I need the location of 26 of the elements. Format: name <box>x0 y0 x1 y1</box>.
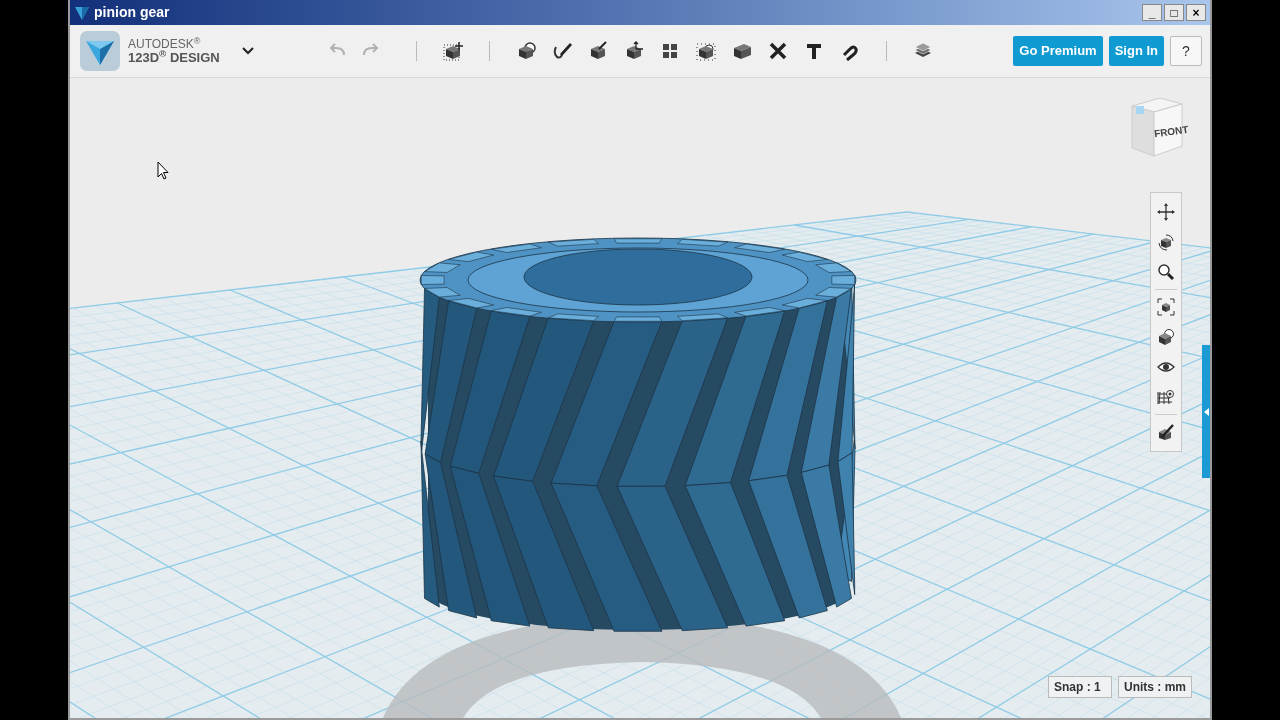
units-indicator[interactable]: Units : mm <box>1118 676 1192 698</box>
grid-eye-icon[interactable] <box>1157 388 1175 406</box>
pencil-curve-icon[interactable] <box>551 41 572 61</box>
close-button[interactable]: × <box>1186 4 1206 21</box>
mouse-pointer-icon <box>157 161 169 180</box>
app-logo-icon[interactable] <box>80 31 120 71</box>
combined-cube-icon[interactable] <box>731 41 752 61</box>
product-name: 123D$^{®}$ DESIGN <box>128 51 220 65</box>
gear-drawing[interactable] <box>419 237 857 632</box>
maximize-button[interactable]: □ <box>1164 4 1184 21</box>
window-title: pinion gear <box>94 3 170 22</box>
cube-group-icon[interactable] <box>695 41 716 61</box>
zoom-icon[interactable] <box>1157 263 1175 281</box>
view-cube-label: FRONT <box>1153 122 1190 142</box>
pan-icon[interactable] <box>1157 203 1175 221</box>
fit-view-icon[interactable] <box>1157 298 1175 316</box>
brand-name: AUTODESK$^{®}$ <box>128 37 202 51</box>
snap-indicator[interactable]: Snap : 1 <box>1048 676 1112 698</box>
app-logo-icon <box>74 4 90 21</box>
help-button[interactable]: ? <box>1170 36 1202 66</box>
orbit-icon[interactable] <box>1157 233 1175 251</box>
cube-move-icon[interactable] <box>442 41 463 61</box>
caret-left-icon <box>1203 407 1209 416</box>
chevron-down-icon[interactable] <box>241 47 254 55</box>
minimize-button[interactable]: _ <box>1142 4 1162 21</box>
cube-sphere-icon[interactable] <box>1157 328 1175 346</box>
